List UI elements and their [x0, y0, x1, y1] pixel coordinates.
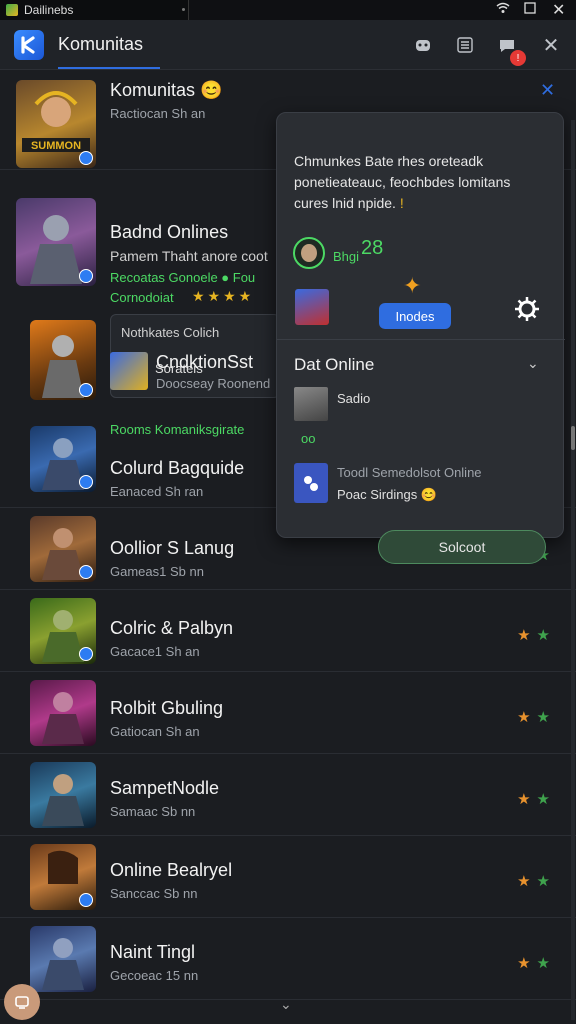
window-icon[interactable] — [524, 2, 536, 17]
item-name: Rolbit Gbuling — [110, 698, 224, 718]
member-avatar[interactable] — [295, 289, 329, 325]
online-indicator: oo — [301, 431, 316, 446]
popup-text-line-1: Chmunkes Bate rhes oreteadk — [294, 153, 484, 169]
svg-text:SUMMON: SUMMON — [31, 140, 81, 152]
game-thumbnail — [30, 844, 96, 910]
settings-icon[interactable] — [513, 295, 541, 328]
verified-icon — [79, 565, 93, 579]
user-avatar[interactable] — [293, 237, 325, 269]
page-title: Komunitas — [58, 34, 144, 54]
online-user-avatar[interactable] — [294, 387, 328, 421]
popup-divider — [277, 339, 565, 340]
item-subtitle: Gecoeac 15 nn — [110, 968, 199, 983]
verified-icon — [79, 151, 93, 165]
scrollbar-thumb[interactable] — [571, 426, 575, 450]
list-icon[interactable] — [454, 34, 476, 56]
item-subtitle: Gacace1 Sh an — [110, 644, 200, 659]
game-thumbnail — [30, 926, 96, 992]
status-bar: Dailinebs ✕ — [0, 0, 576, 20]
app-logo-icon — [14, 30, 44, 60]
action-button[interactable]: Inodes — [379, 303, 451, 329]
list-item[interactable]: Naint Tingl Gecoeac 15 nn ★★ — [0, 918, 576, 1000]
notification-badge: ! — [510, 50, 526, 66]
item-name: Colurd Bagquide — [110, 458, 245, 478]
item-subtitle: Samaac Sb nn — [110, 804, 196, 819]
online-user-name: Sadio — [337, 391, 371, 406]
game-thumbnail — [30, 598, 96, 664]
verified-icon — [79, 647, 93, 661]
item-name: Badnd Onlines — [110, 222, 229, 242]
scroll-down-chevron-icon[interactable]: ⌄ — [280, 996, 292, 1013]
game-thumbnail — [30, 516, 96, 582]
community-popup: Chmunkes Bate rhes oreteadk ponetieateau… — [276, 112, 565, 538]
sparkle-icon: ✦ — [403, 273, 422, 298]
game-thumbnail — [30, 426, 96, 492]
popup-text-line-3: cures lnid npide. ! — [294, 193, 544, 214]
item-subtitle: Gatiocan Sh an — [110, 724, 200, 739]
scrollbar[interactable] — [571, 120, 575, 1020]
user-score: 28 — [361, 237, 384, 259]
tool-icon — [294, 463, 328, 503]
game-thumbnail — [30, 762, 96, 828]
rating-stars: ★★★★ — [192, 288, 255, 304]
list-item[interactable]: Rolbit Gbuling Gatiocan Sh an ★★ — [0, 672, 576, 754]
rating-stars: ★★ — [517, 873, 556, 890]
status-right-area — [188, 0, 576, 20]
user-label: Bhgi — [333, 249, 360, 264]
game-thumbnail: SUMMON — [16, 80, 96, 168]
item-name: Online Bealryel — [110, 860, 233, 880]
section-label: Rooms Komaniksgirate — [110, 422, 245, 437]
popup-text-mark: ! — [399, 195, 404, 211]
window-close-icon[interactable]: ✕ — [552, 0, 565, 20]
item-name: SampetNodle — [110, 778, 220, 798]
list-item[interactable]: Colric & Palbyn Gacace1 Sh an ★★ — [0, 590, 576, 672]
item-name: Oollior S Lanug — [110, 538, 235, 558]
verified-icon — [79, 893, 93, 907]
active-tab-indicator — [58, 67, 160, 69]
item-subtitle: Ractiocan Sh an — [110, 106, 206, 121]
tool-title: Toodl Semedolsot Online — [337, 465, 482, 480]
status-app-name: Dailinebs — [24, 3, 74, 17]
section-title: Dat Online — [294, 355, 375, 374]
chevron-down-icon[interactable]: ⌄ — [527, 355, 539, 372]
tool-subtitle: Poac Sirdings 😊 — [337, 487, 438, 502]
rating-stars: ★★ — [517, 791, 556, 808]
item-status-line: Recoatas Gonoele ● Fou — [110, 270, 256, 285]
game-thumbnail — [16, 198, 96, 286]
item-name: Colric & Palbyn — [110, 618, 234, 638]
rating-stars: ★★ — [517, 955, 556, 972]
item-subtitle: Eanaced Sh ran — [110, 484, 204, 499]
select-button[interactable]: Solcoot — [378, 530, 546, 564]
rating-stars: ★★ — [517, 709, 556, 726]
verified-icon — [79, 475, 93, 489]
popup-text-line-2: ponetieateauc, feochbdes lomitans — [294, 174, 511, 190]
popup-description: Chmunkes Bate rhes oreteadk ponetieateau… — [294, 151, 544, 214]
verified-icon — [79, 383, 93, 397]
close-icon[interactable]: ✕ — [540, 34, 562, 57]
verified-icon — [79, 269, 93, 283]
item-name: Komunitas 😊 — [110, 80, 223, 100]
floating-window-icon[interactable] — [4, 984, 40, 1020]
app-header: Komunitas ! ✕ — [0, 20, 576, 70]
gamepad-icon[interactable] — [412, 34, 434, 56]
popup-text-line-3-text: cures lnid npide. — [294, 195, 396, 211]
item-rating-label: Cornodoiat — [110, 290, 174, 305]
list-item[interactable]: Online Bealryel Sanccac Sb nn ★★ — [0, 836, 576, 918]
rating-stars: ★★ — [517, 627, 556, 644]
item-subtitle: Gameas1 Sb nn — [110, 564, 204, 579]
small-avatar — [110, 352, 148, 390]
dismiss-icon[interactable]: ✕ — [540, 80, 555, 101]
status-dot — [182, 8, 185, 11]
item-subtitle: Pamem Thaht anore coot — [110, 248, 268, 264]
item-name: Naint Tingl — [110, 942, 196, 962]
item-subtitle: Sanccac Sb nn — [110, 886, 198, 901]
game-thumbnail — [30, 680, 96, 746]
list-item[interactable]: SampetNodle Samaac Sb nn ★★ — [0, 754, 576, 836]
app-icon — [6, 4, 18, 16]
item-name: CndktionSst — [156, 352, 254, 372]
wifi-icon — [496, 2, 510, 17]
game-thumbnail — [30, 320, 96, 400]
item-subtitle: Doocseay Roonend — [156, 376, 271, 391]
